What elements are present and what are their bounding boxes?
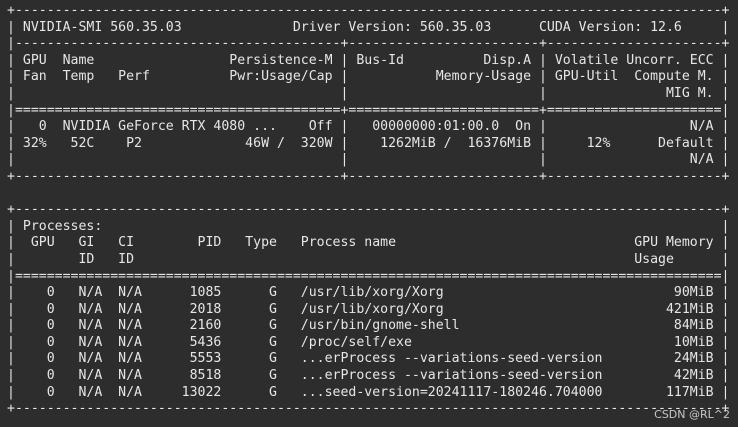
processes-header-2: | ID ID Usage | <box>7 251 730 267</box>
header-separator: |=======================================… <box>7 102 730 118</box>
processes-table: +---------------------------------------… <box>7 202 738 418</box>
header-row-2: | Fan Temp Perf Pwr:Usage/Cap | Memory-U… <box>7 69 730 85</box>
gpu-row-2: | 32% 52C P2 46W / 320W | 1262MiB / 1637… <box>7 135 730 151</box>
process-row: | 0 N/A N/A 2018 G /usr/lib/xorg/Xorg 42… <box>7 301 730 317</box>
gpu-row-3: | | | N/A | <box>7 152 730 168</box>
header-row-1: | GPU Name Persistence-M | Bus-Id Disp.A… <box>7 52 730 68</box>
table-border-top: +---------------------------------------… <box>7 3 730 18</box>
header-row-3: | | | MIG M. | <box>7 85 730 101</box>
processes-border-bottom: +---------------------------------------… <box>7 401 730 417</box>
process-row: | 0 N/A N/A 13022 G ...seed-version=2024… <box>7 384 730 400</box>
processes-title: | Processes: | <box>7 218 730 234</box>
gpu-summary-table: +---------------------------------------… <box>7 3 738 186</box>
gpu-row-1: | 0 NVIDIA GeForce RTX 4080 ... Off | 00… <box>7 119 730 135</box>
process-row: | 0 N/A N/A 5436 G /proc/self/exe 10MiB … <box>7 334 730 350</box>
process-row: | 0 N/A N/A 1085 G /usr/lib/xorg/Xorg 90… <box>7 285 730 301</box>
processes-header-1: | GPU GI CI PID Type Process name GPU Me… <box>7 235 730 251</box>
processes-separator: |=======================================… <box>7 268 730 284</box>
watermark-label: CSDN @RL^2 <box>654 408 730 421</box>
process-row: | 0 N/A N/A 2160 G /usr/bin/gnome-shell … <box>7 318 730 334</box>
version-line: | NVIDIA-SMI 560.35.03 Driver Version: 5… <box>7 19 730 35</box>
process-row: | 0 N/A N/A 5553 G ...erProcess --variat… <box>7 351 730 367</box>
processes-border-top: +---------------------------------------… <box>7 202 730 218</box>
table-border-bottom: +---------------------------------------… <box>7 168 730 184</box>
table-divider: |---------------------------------------… <box>7 36 730 52</box>
process-row: | 0 N/A N/A 8518 G ...erProcess --variat… <box>7 368 730 384</box>
terminal-window: +---------------------------------------… <box>0 0 738 427</box>
